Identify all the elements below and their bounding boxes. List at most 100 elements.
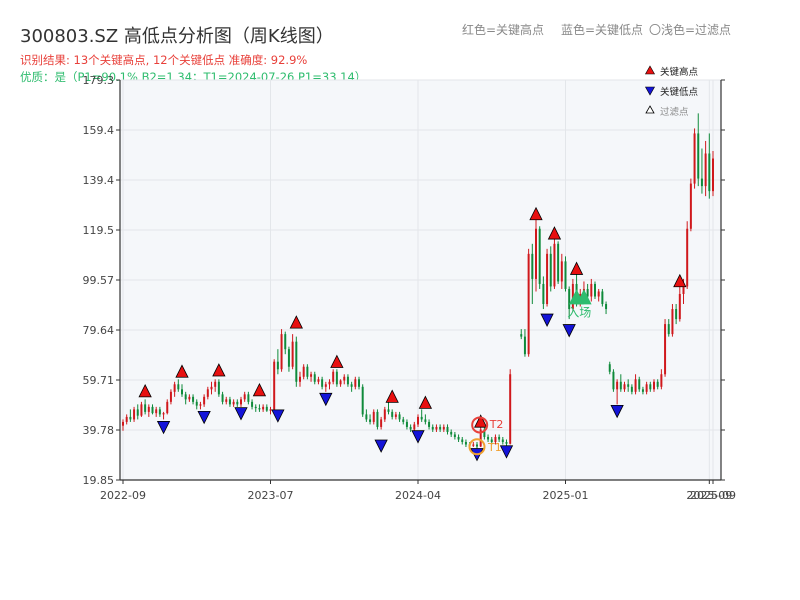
candle-body xyxy=(162,413,165,415)
candle-body xyxy=(509,374,512,444)
candle-body xyxy=(531,253,534,279)
candle-body xyxy=(236,401,239,405)
candle-body xyxy=(147,406,150,412)
candle-body xyxy=(350,384,353,387)
candle-body xyxy=(453,434,456,437)
candle-body xyxy=(122,421,124,426)
candle-body xyxy=(247,394,250,402)
candle-body xyxy=(332,371,335,382)
x-tick-label: 2023-07 xyxy=(248,489,294,502)
candle-body xyxy=(420,416,423,420)
candle-body xyxy=(251,401,254,407)
candle-body xyxy=(708,153,711,192)
candle-body xyxy=(136,409,139,416)
candle-body xyxy=(712,158,714,192)
candle-body xyxy=(181,389,183,395)
candle-body xyxy=(538,228,541,284)
candle-body xyxy=(158,409,161,415)
candle-body xyxy=(155,409,158,414)
candle-body xyxy=(487,436,490,440)
candle-body xyxy=(664,324,667,375)
candle-body xyxy=(265,406,268,411)
x-tick-label: 2025-01 xyxy=(543,489,589,502)
candle-body xyxy=(195,401,198,406)
candle-body xyxy=(166,401,169,414)
candle-body xyxy=(358,379,360,387)
candle-body xyxy=(354,379,357,387)
candle-body xyxy=(192,396,195,402)
candle-body xyxy=(689,183,692,229)
candle-body xyxy=(649,384,652,390)
x-tick-label: 2022-09 xyxy=(100,489,146,502)
candle-body xyxy=(660,374,663,387)
candle-body xyxy=(173,384,176,392)
candle-body xyxy=(693,133,696,184)
candle-body xyxy=(553,243,556,287)
candle-body xyxy=(133,409,136,420)
candle-body xyxy=(339,380,342,385)
candle-body xyxy=(424,419,427,422)
candle-body xyxy=(380,419,383,427)
candle-body xyxy=(623,384,626,390)
candle-body xyxy=(682,286,685,294)
candle-body xyxy=(619,381,622,390)
candle-body xyxy=(269,409,272,411)
candle-body xyxy=(678,293,681,320)
candle-body xyxy=(240,399,242,405)
candle-body xyxy=(125,416,128,422)
candle-body xyxy=(464,441,467,445)
candle-body xyxy=(686,228,689,287)
candle-body xyxy=(597,291,600,297)
candle-body xyxy=(376,411,379,427)
candle-body xyxy=(442,426,445,430)
candle-body xyxy=(446,426,449,432)
candle-body xyxy=(594,283,596,297)
y-tick-label: 99.57 xyxy=(83,274,115,287)
candle-body xyxy=(641,389,644,392)
candle-body xyxy=(656,381,659,387)
candle-body xyxy=(527,253,530,355)
candle-body xyxy=(335,371,338,385)
candle-body xyxy=(405,421,408,427)
candle-body xyxy=(457,436,460,440)
candle-body xyxy=(387,409,390,412)
candle-body xyxy=(276,361,279,370)
legend-low-label: 关键低点 xyxy=(660,86,699,98)
y-tick-label: 19.85 xyxy=(83,474,115,487)
candle-body xyxy=(409,426,412,430)
candle-body xyxy=(302,366,305,377)
candle-body xyxy=(287,349,290,367)
t2-label: T2 xyxy=(489,418,504,431)
candle-body xyxy=(472,444,475,446)
candle-body xyxy=(417,416,419,425)
candle-body xyxy=(505,441,508,444)
candle-body xyxy=(324,384,327,387)
candle-body xyxy=(394,414,397,417)
candle-body xyxy=(328,381,331,385)
y-tick-label: 119.5 xyxy=(83,224,115,237)
candle-body xyxy=(645,384,648,392)
y-tick-label: 39.78 xyxy=(83,424,115,437)
candle-body xyxy=(254,406,257,409)
candle-body xyxy=(391,411,394,417)
candle-body xyxy=(704,153,707,187)
candle-body xyxy=(383,409,386,420)
candle-body xyxy=(601,291,604,305)
candle-body xyxy=(634,379,637,392)
candle-body xyxy=(284,334,287,350)
candle-body xyxy=(523,336,526,355)
y-tick-label: 59.71 xyxy=(83,374,115,387)
candle-body xyxy=(295,341,298,382)
candle-body xyxy=(616,381,619,390)
candle-body xyxy=(291,341,294,367)
candle-body xyxy=(206,389,209,397)
candle-body xyxy=(346,376,349,385)
candle-body xyxy=(199,404,202,406)
candle-body xyxy=(273,361,276,410)
candle-body xyxy=(210,386,213,390)
candle-body xyxy=(129,416,132,420)
candle-body xyxy=(228,399,231,405)
candle-body xyxy=(501,439,504,442)
candle-body xyxy=(435,426,438,430)
candle-body xyxy=(590,283,593,297)
